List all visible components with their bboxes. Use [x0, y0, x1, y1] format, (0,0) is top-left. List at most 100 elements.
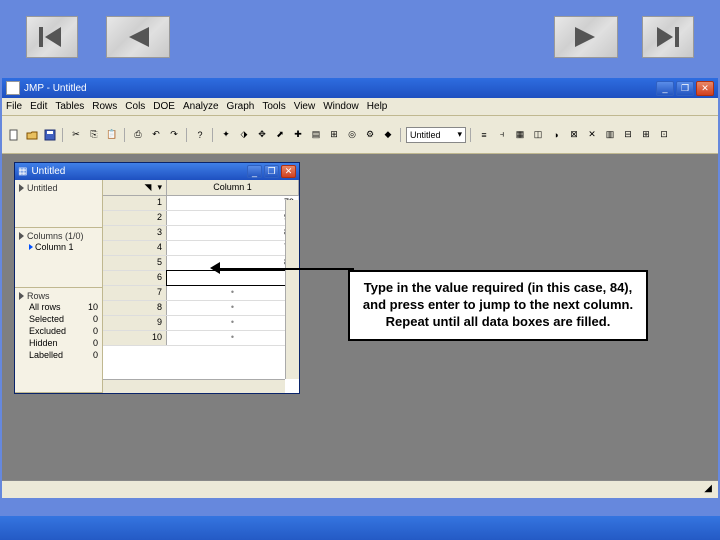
vertical-scrollbar[interactable]	[285, 200, 299, 379]
callout-text: Type in the value required (in this case…	[363, 280, 633, 329]
data-cell[interactable]: •	[167, 301, 299, 315]
left-panel: Untitled Columns (1/0) Column 1 Rows All…	[15, 180, 103, 393]
print-icon[interactable]: ⎙	[130, 127, 146, 143]
menu-tables[interactable]: Tables	[55, 101, 84, 112]
chart4-icon[interactable]: ◫	[530, 127, 546, 143]
row-number[interactable]: 3	[103, 226, 167, 240]
new-icon[interactable]	[6, 127, 22, 143]
open-icon[interactable]	[24, 127, 40, 143]
chart1-icon[interactable]: ≡	[476, 127, 492, 143]
data-cell[interactable]: 83	[167, 226, 299, 240]
table-row: 10•	[103, 331, 299, 346]
workspace: ▦ Untitled _ ❐ ✕ Untitled Columns (1	[2, 154, 718, 498]
source-panel-head[interactable]: Untitled	[19, 183, 98, 193]
chart10-icon[interactable]: ⊞	[638, 127, 654, 143]
nav-last-button[interactable]	[642, 16, 694, 58]
chart9-icon[interactable]: ⊟	[620, 127, 636, 143]
toolbar: ✂ ⎘ 📋 ⎙ ↶ ↷ ? ✦ ⬗ ✥ ⬈ ✚ ▤ ⊞ ◎ ⚙ ◆	[2, 116, 718, 154]
table-icon: ▦	[18, 166, 27, 177]
resize-grip-icon[interactable]: ◢	[684, 483, 712, 497]
nav-prev-button[interactable]	[106, 16, 170, 58]
undo-icon[interactable]: ↶	[148, 127, 164, 143]
tool1-icon[interactable]: ✦	[218, 127, 234, 143]
paste-icon[interactable]: 📋	[104, 127, 120, 143]
tool8-icon[interactable]: ◎	[344, 127, 360, 143]
data-cell[interactable]: •	[167, 286, 299, 300]
row-number[interactable]: 4	[103, 241, 167, 255]
menubar: File Edit Tables Rows Cols DOE Analyze G…	[2, 98, 718, 116]
sub-maximize-button[interactable]: ❐	[264, 165, 279, 178]
table-row: 383	[103, 226, 299, 241]
nav-next-button[interactable]	[554, 16, 618, 58]
chart5-icon[interactable]: ◑	[548, 127, 564, 143]
menu-window[interactable]: Window	[323, 101, 359, 112]
tool2-icon[interactable]: ⬗	[236, 127, 252, 143]
taskbar	[0, 516, 720, 540]
data-cell[interactable]: 79	[167, 196, 299, 210]
tool6-icon[interactable]: ▤	[308, 127, 324, 143]
menu-view[interactable]: View	[294, 101, 316, 112]
tool9-icon[interactable]: ⚙	[362, 127, 378, 143]
chart8-icon[interactable]: ▥	[602, 127, 618, 143]
horizontal-scrollbar[interactable]	[103, 379, 285, 393]
cell-input[interactable]	[171, 272, 294, 282]
chart3-icon[interactable]: ▦	[512, 127, 528, 143]
table-row: 7•	[103, 286, 299, 301]
table-row: 297	[103, 211, 299, 226]
column-header[interactable]: Column 1	[167, 180, 299, 195]
menu-analyze[interactable]: Analyze	[183, 101, 219, 112]
tool7-icon[interactable]: ⊞	[326, 127, 342, 143]
chart2-icon[interactable]: ⫞	[494, 127, 510, 143]
tool3-icon[interactable]: ✥	[254, 127, 270, 143]
data-cell[interactable]: •	[167, 331, 299, 345]
menu-doe[interactable]: DOE	[153, 101, 175, 112]
data-cell[interactable]: 97	[167, 211, 299, 225]
tool10-icon[interactable]: ◆	[380, 127, 396, 143]
statusbar: ◢	[2, 480, 718, 498]
grid-corner[interactable]: ◥▾	[103, 180, 167, 195]
menu-graph[interactable]: Graph	[227, 101, 255, 112]
data-cell[interactable]: 78	[167, 241, 299, 255]
chart11-icon[interactable]: ⊡	[656, 127, 672, 143]
rows-stat: All rows10	[19, 301, 98, 313]
save-icon[interactable]	[42, 127, 58, 143]
menu-cols[interactable]: Cols	[125, 101, 145, 112]
chart7-icon[interactable]: ✕	[584, 127, 600, 143]
column-item[interactable]: Column 1	[19, 241, 98, 253]
redo-icon[interactable]: ↷	[166, 127, 182, 143]
nav-first-button[interactable]	[26, 16, 78, 58]
dataset-combo[interactable]: Untitled▾	[406, 127, 466, 143]
chart6-icon[interactable]: ⊠	[566, 127, 582, 143]
tool4-icon[interactable]: ⬈	[272, 127, 288, 143]
row-number[interactable]: 2	[103, 211, 167, 225]
tool5-icon[interactable]: ✚	[290, 127, 306, 143]
row-number[interactable]: 9	[103, 316, 167, 330]
sub-minimize-button[interactable]: _	[247, 165, 262, 178]
row-number[interactable]: 1	[103, 196, 167, 210]
rows-panel-head[interactable]: Rows	[19, 291, 98, 301]
close-button[interactable]: ✕	[696, 81, 714, 96]
help-icon[interactable]: ?	[192, 127, 208, 143]
data-cell[interactable]	[167, 271, 299, 285]
data-cell[interactable]: •	[167, 316, 299, 330]
copy-icon[interactable]: ⎘	[86, 127, 102, 143]
row-number[interactable]: 6	[103, 271, 167, 285]
row-number[interactable]: 7	[103, 286, 167, 300]
row-number[interactable]: 8	[103, 301, 167, 315]
minimize-button[interactable]: _	[656, 81, 674, 96]
menu-file[interactable]: File	[6, 101, 22, 112]
cut-icon[interactable]: ✂	[68, 127, 84, 143]
columns-panel-head[interactable]: Columns (1/0)	[19, 231, 98, 241]
sub-close-button[interactable]: ✕	[281, 165, 296, 178]
menu-help[interactable]: Help	[367, 101, 388, 112]
menu-edit[interactable]: Edit	[30, 101, 47, 112]
row-number[interactable]: 10	[103, 331, 167, 345]
table-row: 478	[103, 241, 299, 256]
menu-rows[interactable]: Rows	[92, 101, 117, 112]
data-grid: ◥▾ Column 1 17929738347858067•8•9•10•	[103, 180, 299, 393]
row-number[interactable]: 5	[103, 256, 167, 270]
app-icon	[6, 81, 20, 95]
maximize-button[interactable]: ❐	[676, 81, 694, 96]
menu-tools[interactable]: Tools	[262, 101, 285, 112]
callout-connector	[216, 268, 354, 270]
